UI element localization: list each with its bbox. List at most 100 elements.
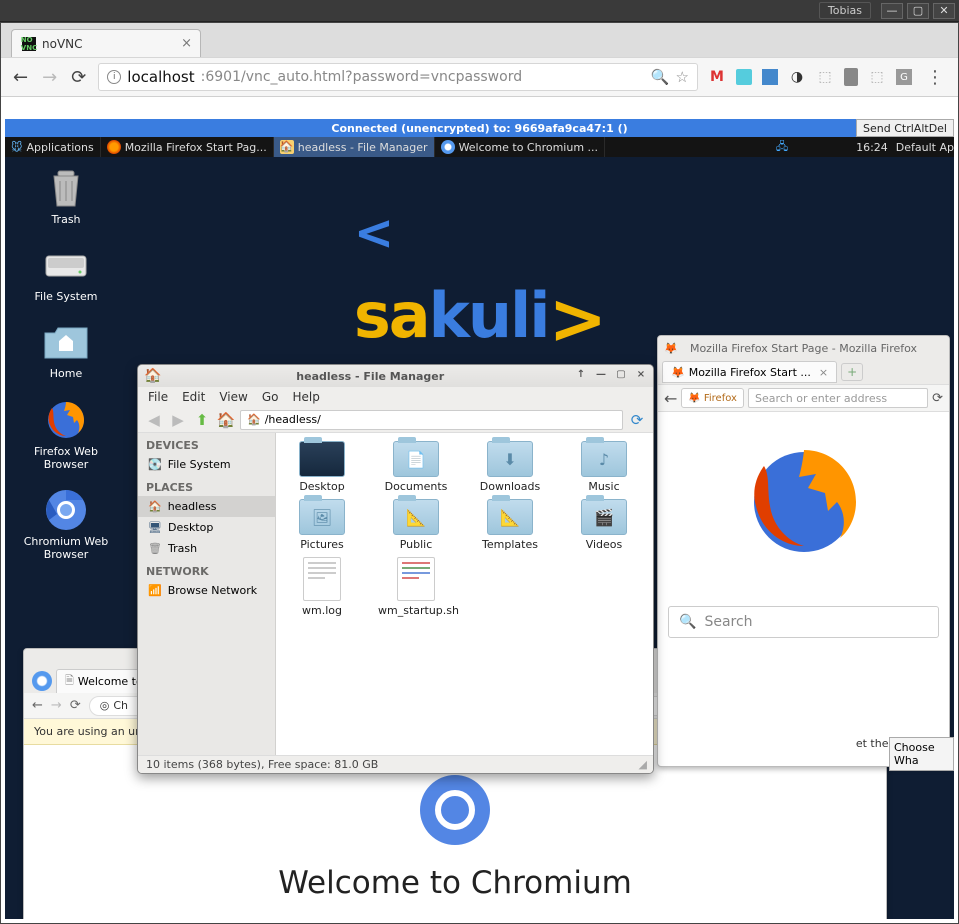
extension-icon-6[interactable]: ⬚ (868, 68, 886, 86)
extension-icon-5[interactable] (844, 68, 858, 86)
menu-help[interactable]: Help (292, 390, 319, 404)
xfce-applications-label: Applications (26, 141, 93, 154)
host-close-button[interactable]: ✕ (933, 3, 955, 19)
firefox-reload-button[interactable]: ⟳ (932, 391, 943, 406)
filemanager-wbtn-up[interactable]: ↑ (573, 369, 589, 383)
chromium-back-button[interactable]: ← (32, 698, 43, 713)
firefox-title-icon: 🦊 (664, 342, 678, 355)
nav-home-icon[interactable]: 🏠 (216, 410, 236, 430)
host-titlebar: Tobias — ▢ ✕ (0, 0, 959, 22)
xfce-workspace-label[interactable]: Default Ap (896, 141, 954, 154)
sidebar-item-network[interactable]: 📶Browse Network (138, 580, 275, 601)
chrome-extensions: M ◑ ⬚ ⬚ G (708, 68, 912, 86)
chromium-forward-button[interactable]: → (51, 698, 62, 713)
chrome-omnibox[interactable]: i localhost:6901/vnc_auto.html?password=… (98, 63, 698, 91)
filemanager-statusbar: 10 items (368 bytes), Free space: 81.0 G… (138, 755, 653, 773)
extension-icon-3[interactable]: ◑ (788, 68, 806, 86)
desktop-icon-filesystem[interactable]: File System (21, 244, 111, 303)
firefox-titlebar[interactable]: 🦊 Mozilla Firefox Start Page - Mozilla F… (658, 336, 949, 360)
extension-icon-2[interactable] (762, 69, 778, 85)
chromium-site-icon: ◎ (100, 699, 110, 712)
firefox-tab[interactable]: 🦊 Mozilla Firefox Start ... × (662, 361, 837, 383)
fm-item-templates[interactable]: 📐Templates (472, 499, 548, 551)
firefox-newtab-button[interactable]: + (841, 363, 863, 381)
firefox-window-title: Mozilla Firefox Start Page - Mozilla Fir… (690, 342, 917, 355)
fm-item-downloads[interactable]: ⬇Downloads (472, 441, 548, 493)
fm-item-label: wm.log (284, 605, 360, 617)
menu-view[interactable]: View (219, 390, 247, 404)
chrome-tab-novnc[interactable]: NOVNC noVNC × (11, 29, 201, 57)
sidebar-item-label: headless (168, 500, 217, 513)
sidebar-heading-network: NETWORK (138, 559, 275, 580)
desktop-icon-firefox[interactable]: Firefox Web Browser (21, 399, 111, 471)
sidebar-item-filesystem[interactable]: 💽File System (138, 454, 275, 475)
fm-item-videos[interactable]: 🎬Videos (566, 499, 642, 551)
nav-up-icon[interactable]: ⬆ (192, 410, 212, 430)
taskbar-item-firefox[interactable]: Mozilla Firefox Start Pag... (101, 137, 274, 157)
chrome-menu-button[interactable]: ⋮ (922, 67, 948, 88)
textfile-icon (303, 557, 341, 601)
bookmark-star-icon[interactable]: ☆ (676, 68, 689, 86)
filemanager-pathbar[interactable]: 🏠 /headless/ (240, 410, 623, 430)
reload-icon[interactable]: ⟳ (627, 410, 647, 430)
desktop-icon-home[interactable]: Home (21, 321, 111, 380)
folder-icon (299, 441, 345, 477)
chrome-back-button[interactable]: ← (11, 65, 30, 90)
resize-grip-icon[interactable]: ◢ (639, 758, 645, 771)
search-in-page-icon[interactable]: 🔍 (651, 68, 670, 86)
chrome-reload-button[interactable]: ⟳ (69, 65, 88, 90)
filemanager-maximize-button[interactable]: ▢ (613, 369, 629, 383)
firefox-tab-favicon-icon: 🦊 (671, 366, 685, 379)
sidebar-item-headless[interactable]: 🏠headless (138, 496, 275, 517)
desktop-icon-chromium[interactable]: Chromium Web Browser (21, 489, 111, 561)
fm-item-label: Videos (566, 539, 642, 551)
gmail-icon[interactable]: M (708, 68, 726, 86)
nav-forward-icon[interactable]: ▶ (168, 410, 188, 430)
firefox-choose-button[interactable]: Choose Wha (889, 737, 954, 771)
chrome-forward-button[interactable]: → (40, 65, 59, 90)
firefox-search-placeholder: Search (704, 614, 752, 630)
menu-edit[interactable]: Edit (182, 390, 205, 404)
chrome-tab-close-button[interactable]: × (181, 36, 192, 51)
firefox-search-box[interactable]: 🔍 Search (668, 606, 939, 638)
filemanager-pane[interactable]: Desktop 📄Documents ⬇Downloads ♪Music 🖼Pi… (276, 433, 653, 755)
firefox-identity-pill[interactable]: 🦊 Firefox (681, 388, 744, 408)
firefox-logo-icon (744, 442, 864, 562)
sidebar-item-desktop[interactable]: 🖥Desktop (138, 517, 275, 538)
chevron-left-icon: < (354, 205, 392, 261)
fm-item-public[interactable]: 📐Public (378, 499, 454, 551)
taskbar-item-chromium[interactable]: Welcome to Chromium ... (435, 137, 605, 157)
taskbar-item-filemanager[interactable]: 🏠 headless - File Manager (274, 137, 435, 157)
sidebar-item-trash[interactable]: 🗑Trash (138, 538, 275, 559)
host-minimize-button[interactable]: — (881, 3, 903, 19)
menu-file[interactable]: File (148, 390, 168, 404)
firefox-back-button[interactable]: ← (664, 389, 677, 408)
xfce-applications-menu[interactable]: 🐭 Applications (5, 137, 101, 157)
firefox-toolbar: ← 🦊 Firefox Search or enter address ⟳ (658, 384, 949, 412)
fm-item-documents[interactable]: 📄Documents (378, 441, 454, 493)
filemanager-close-button[interactable]: × (633, 369, 649, 383)
firefox-icon (44, 398, 88, 442)
firefox-urlbar[interactable]: Search or enter address (748, 388, 928, 408)
desktop-icon-trash[interactable]: Trash (21, 167, 111, 226)
fm-item-desktop[interactable]: Desktop (284, 441, 360, 493)
sidebar-heading-places: PLACES (138, 475, 275, 496)
extension-icon-4[interactable]: ⬚ (816, 68, 834, 86)
nav-back-icon[interactable]: ◀ (144, 410, 164, 430)
extension-icon-7[interactable]: G (896, 69, 912, 85)
chrome-url-host: localhost (127, 68, 194, 86)
fm-item-music[interactable]: ♪Music (566, 441, 642, 493)
host-maximize-button[interactable]: ▢ (907, 3, 929, 19)
filemanager-titlebar[interactable]: 🏠 headless - File Manager ↑ — ▢ × (138, 365, 653, 387)
extension-icon-1[interactable] (736, 69, 752, 85)
menu-go[interactable]: Go (262, 390, 279, 404)
filemanager-minimize-button[interactable]: — (593, 369, 609, 383)
fm-item-pictures[interactable]: 🖼Pictures (284, 499, 360, 551)
firefox-tab-close-button[interactable]: × (819, 366, 828, 379)
fm-item-wmlog[interactable]: wm.log (284, 557, 360, 617)
vnc-send-ctrlaltdel-button[interactable]: Send CtrlAltDel (856, 119, 954, 137)
fm-item-wmstartup[interactable]: wm_startup.sh (378, 557, 454, 617)
network-tray-icon[interactable]: 🖧 (776, 138, 788, 157)
chromium-reload-button[interactable]: ⟳ (70, 698, 81, 713)
folder-icon: 📄 (393, 441, 439, 477)
